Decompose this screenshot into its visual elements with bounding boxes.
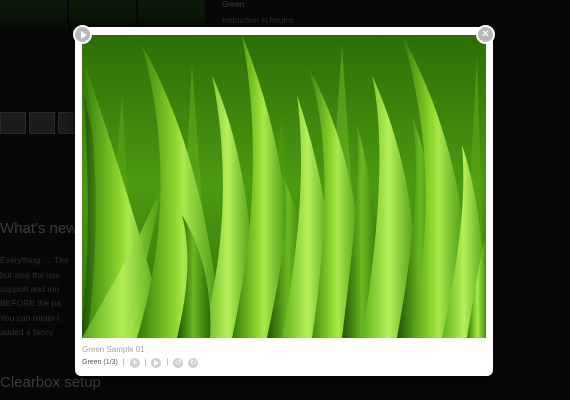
background-text-line: but also the use	[0, 270, 61, 280]
zoom-in-button[interactable]: +	[129, 357, 140, 368]
rotate-right-icon: ↻	[189, 357, 197, 367]
slideshow-play-button[interactable]	[73, 25, 92, 44]
rotate-left-icon: ↺	[174, 357, 182, 367]
background-text-line: BEFORE the pa	[0, 298, 61, 308]
gallery-counter: Green (1/3)	[82, 359, 118, 366]
image-caption: Green Sample 01	[82, 345, 145, 354]
background-text-line: added a fancy	[0, 327, 54, 337]
plus-icon: +	[131, 357, 138, 367]
separator: |	[122, 359, 125, 366]
background-text-line: Everything: ... The	[0, 255, 69, 265]
background-section-heading: What's new	[0, 220, 78, 237]
grass-image	[82, 35, 486, 338]
background-text-line: support and mo	[0, 284, 60, 294]
close-button[interactable]: ×	[476, 25, 495, 44]
lightbox-window: × Green Sample 01 Green (1/3) | + | | ↺ …	[73, 25, 495, 376]
slideshow-button[interactable]	[151, 357, 162, 368]
lightbox-photo[interactable]	[82, 35, 486, 338]
lightbox-toolbar: Green (1/3) | + | | ↺ ↻	[82, 357, 199, 368]
separator: |	[166, 359, 169, 366]
background-text-line: You can rotate t	[0, 313, 60, 323]
close-icon: ×	[482, 28, 489, 40]
rotate-right-button[interactable]: ↻	[188, 357, 199, 368]
play-icon	[154, 359, 160, 366]
background-thumbnail	[0, 0, 67, 33]
rotate-left-button[interactable]: ↺	[173, 357, 184, 368]
background-header-subtitle: Instruction in forums	[222, 16, 295, 25]
background-header-title: Green	[222, 0, 245, 9]
background-button	[29, 112, 55, 134]
background-button-row	[0, 112, 84, 134]
play-icon	[80, 30, 87, 39]
background-setup-heading: Clearbox setup	[0, 374, 101, 391]
separator: |	[144, 359, 147, 366]
background-button	[0, 112, 26, 134]
